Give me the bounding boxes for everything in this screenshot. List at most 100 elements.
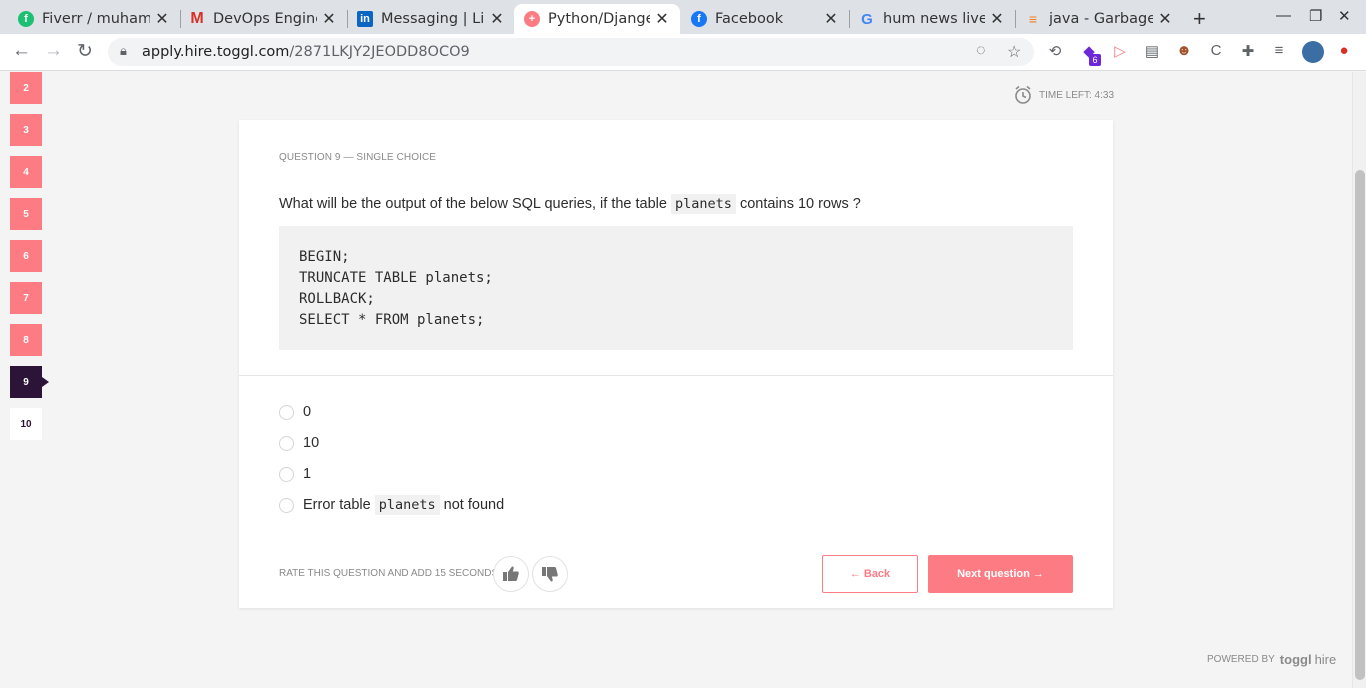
question-label: QUESTION 9 — SINGLE CHOICE: [279, 152, 437, 163]
eye-off-icon[interactable]: ◌: [976, 42, 986, 60]
alarm-clock-icon: [1015, 85, 1031, 104]
answer-option[interactable]: 1: [279, 466, 311, 482]
option-label: Error table planets not found: [303, 495, 505, 515]
tab-linkedin[interactable]: in Messaging | Lin ✕: [347, 4, 515, 34]
question-card: QUESTION 9 — SINGLE CHOICE What will be …: [239, 120, 1113, 608]
extension-badge: 6: [1089, 54, 1101, 66]
close-icon[interactable]: ✕: [1157, 9, 1173, 29]
question-nav-item[interactable]: 2: [10, 72, 42, 104]
tab-title: Fiverr / muham: [42, 11, 150, 27]
tab-title: Facebook: [715, 11, 784, 27]
question-nav-item[interactable]: 10: [10, 408, 42, 440]
inline-code: planets: [671, 194, 736, 214]
close-icon[interactable]: ✕: [321, 9, 337, 29]
close-icon[interactable]: ✕: [989, 9, 1005, 29]
close-icon[interactable]: ✕: [823, 9, 839, 29]
answer-option[interactable]: 0: [279, 404, 311, 420]
thumbs-up-icon: [503, 566, 519, 581]
address-bar[interactable]: 🔒︎ apply.hire.toggl.com/2871LKJY2JEODD8O…: [108, 38, 1034, 66]
question-nav-item[interactable]: 4: [10, 156, 42, 188]
close-icon[interactable]: ✕: [154, 9, 170, 29]
back-arrow-icon[interactable]: ←: [12, 40, 31, 62]
option-label: 1: [303, 466, 312, 482]
hire-logo-text: hire: [1314, 652, 1337, 667]
close-icon[interactable]: ✕: [654, 9, 670, 29]
quiz-page: 2 3 4 5 6 7 8 9 10 TIME LEFT: 4:33 QUEST…: [0, 72, 1352, 688]
tab-title: hum news live: [883, 11, 985, 27]
option-label: 10: [303, 435, 320, 451]
thumbs-down-icon: [542, 567, 558, 582]
back-button[interactable]: ← Back: [822, 555, 918, 593]
tab-hum-news[interactable]: G hum news live ✕: [849, 4, 1015, 34]
radio-button[interactable]: [279, 404, 294, 420]
restore-button[interactable]: ❐: [1309, 7, 1322, 25]
extension-icon[interactable]: ☻: [1174, 42, 1194, 62]
forward-arrow-icon[interactable]: →: [44, 40, 63, 62]
inline-code: planets: [374, 495, 440, 515]
code-block: BEGIN; TRUNCATE TABLE planets; ROLLBACK;…: [279, 226, 1073, 350]
browser-toolbar: ← → ↻ 🔒︎ apply.hire.toggl.com/2871LKJY2J…: [0, 34, 1366, 71]
close-icon[interactable]: ✕: [489, 9, 505, 29]
tab-gmail[interactable]: M DevOps Engine ✕: [179, 4, 347, 34]
thumbs-up-button[interactable]: [493, 556, 529, 592]
radio-button[interactable]: [279, 435, 294, 451]
option-label: 0: [303, 404, 312, 420]
tab-title: Python/Djange: [548, 11, 650, 27]
media-icon[interactable]: ≡: [1269, 42, 1289, 62]
update-icon[interactable]: ●: [1334, 42, 1354, 62]
timer: TIME LEFT: 4:33: [1013, 85, 1114, 105]
powered-label: POWERED BY: [1207, 654, 1275, 665]
toggl-icon: +: [524, 11, 540, 27]
question-nav-item[interactable]: 8: [10, 324, 42, 356]
question-nav-item[interactable]: 7: [10, 282, 42, 314]
fiverr-icon: f: [18, 11, 34, 27]
next-question-button[interactable]: Next question →: [928, 555, 1073, 593]
star-icon[interactable]: ☆: [1007, 42, 1021, 62]
radio-button[interactable]: [279, 497, 294, 513]
tab-strip: f Fiverr / muham ✕ M DevOps Engine ✕ in …: [0, 0, 1366, 34]
code-line: ROLLBACK;: [299, 291, 375, 307]
tab-facebook[interactable]: f Facebook ✕: [681, 4, 849, 34]
tab-stackoverflow[interactable]: ≡ java - Garbage ✕: [1015, 4, 1183, 34]
thumbs-down-button[interactable]: [532, 556, 568, 592]
extension-icon[interactable]: ▷: [1110, 42, 1130, 62]
answer-option[interactable]: Error table planets not found: [279, 495, 505, 515]
code-line: SELECT * FROM planets;: [299, 312, 485, 328]
page-scrollbar[interactable]: [1352, 72, 1366, 688]
rate-label: RATE THIS QUESTION AND ADD 15 SECONDS:: [279, 568, 501, 579]
toggl-logo[interactable]: toggl: [1280, 652, 1312, 667]
question-nav-item[interactable]: 5: [10, 198, 42, 230]
facebook-icon: f: [691, 11, 707, 27]
powered-by: POWERED BY toggl hire: [1207, 652, 1336, 667]
divider: [239, 375, 1113, 376]
stackoverflow-icon: ≡: [1028, 11, 1038, 27]
tab-python-django[interactable]: + Python/Djange ✕: [514, 4, 680, 34]
timer-label: TIME LEFT: 4:33: [1039, 89, 1115, 101]
radio-button[interactable]: [279, 466, 294, 482]
question-nav-item-current[interactable]: 9: [10, 366, 49, 398]
extension-icon[interactable]: ▤: [1142, 42, 1162, 62]
question-nav-item[interactable]: 3: [10, 114, 42, 146]
tab-title: Messaging | Lin: [381, 11, 485, 27]
avatar[interactable]: [1302, 41, 1324, 63]
answer-option[interactable]: 10: [279, 435, 319, 451]
minimize-button[interactable]: —: [1276, 7, 1291, 24]
history-icon[interactable]: ⟲: [1045, 42, 1065, 62]
tab-fiverr[interactable]: f Fiverr / muham ✕: [8, 4, 180, 34]
extension-icon[interactable]: C: [1206, 42, 1226, 62]
linkedin-icon: in: [357, 11, 373, 27]
scrollbar-thumb[interactable]: [1355, 170, 1365, 680]
lock-icon: 🔒︎: [120, 43, 127, 58]
puzzle-icon[interactable]: ✚: [1238, 42, 1258, 62]
url-text[interactable]: apply.hire.toggl.com/2871LKJY2JEODD8OCO9: [142, 44, 470, 60]
reload-icon[interactable]: ↻: [77, 40, 93, 63]
tab-title: java - Garbage: [1049, 11, 1153, 27]
code-line: BEGIN;: [299, 249, 350, 265]
question-nav-item[interactable]: 6: [10, 240, 42, 272]
close-window-button[interactable]: ✕: [1338, 7, 1351, 25]
question-text: What will be the output of the below SQL…: [279, 194, 861, 214]
tab-title: DevOps Engine: [213, 11, 317, 27]
code-line: TRUNCATE TABLE planets;: [299, 270, 493, 286]
new-tab-button[interactable]: +: [1193, 6, 1206, 32]
gmail-icon: M: [190, 10, 204, 27]
